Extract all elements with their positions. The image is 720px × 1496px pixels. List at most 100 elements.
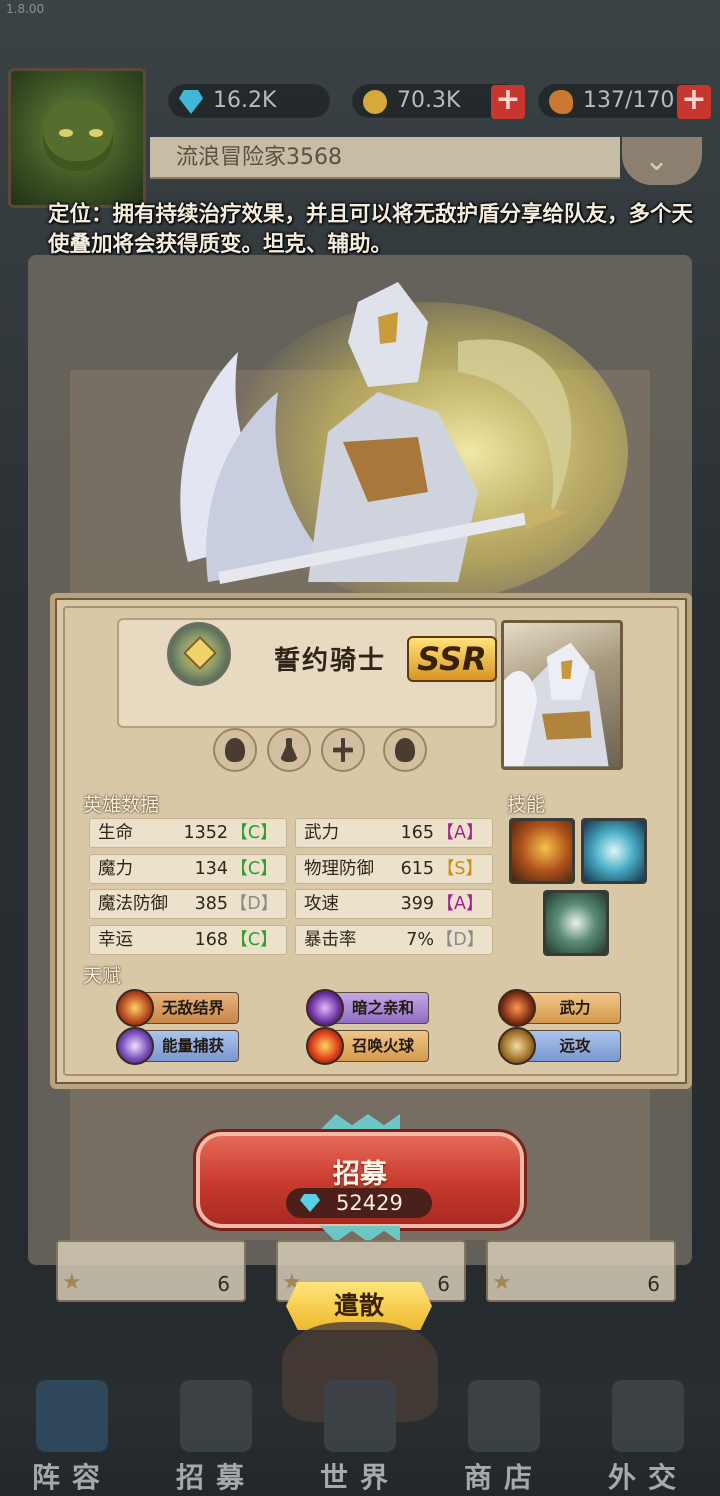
strength-talent-icon [498, 989, 536, 1027]
meat-icon [549, 90, 573, 114]
add-gold-button[interactable]: + [491, 85, 525, 119]
gem-counter: 16.2K [168, 84, 330, 118]
talent-label: 无敌结界 [161, 999, 224, 1017]
hero-portrait [501, 620, 623, 770]
stat-label: 生命 [98, 823, 133, 843]
talent-energy-capture[interactable]: 能量捕获 [116, 1027, 239, 1065]
helmet-icon [36, 1380, 108, 1452]
stat-value: 1352 [183, 823, 228, 843]
stat-grade: 【A】 [436, 823, 484, 843]
gem-icon [179, 90, 203, 114]
talent-label: 召唤火球 [351, 1037, 414, 1055]
nav-label: 商店 [463, 1461, 544, 1494]
body-type-tag-icon[interactable] [383, 728, 427, 772]
talent-label: 远攻 [559, 1037, 591, 1055]
stat-grade: 【D】 [435, 930, 485, 950]
hero-name: 誓约骑士 [273, 646, 386, 676]
skills-section-title: 技能 [507, 794, 546, 816]
bell-icon [180, 1380, 252, 1452]
barrier-talent-icon [116, 989, 154, 1027]
stat-hp: 生命 1352 【C】 [89, 818, 287, 848]
stat-magic: 魔力 134 【C】 [89, 854, 287, 884]
winged-shield-skill-icon[interactable] [581, 818, 647, 884]
stat-grade: 【C】 [230, 930, 278, 950]
player-name: 流浪冒险家3568 [150, 137, 620, 179]
stat-value: 399 [400, 894, 434, 914]
crate-icon [468, 1380, 540, 1452]
talent-invincible-barrier[interactable]: 无敌结界 [116, 989, 239, 1027]
stat-strength: 武力 165 【A】 [295, 818, 493, 848]
hero-card[interactable]: ★ 6 [56, 1240, 246, 1302]
rarity-badge: SSR [407, 636, 497, 682]
gender-tag-icon[interactable] [213, 728, 257, 772]
world-icon [324, 1380, 396, 1452]
add-food-button[interactable]: + [677, 85, 711, 119]
stat-grade: 【S】 [436, 859, 484, 879]
nav-world[interactable]: 世界 [288, 1376, 432, 1496]
stat-value: 385 [194, 894, 228, 914]
nav-label: 招募 [175, 1461, 256, 1494]
stat-label: 暴击率 [304, 930, 357, 950]
stat-physical-defense: 物理防御 615 【S】 [295, 854, 493, 884]
stat-grade: 【C】 [230, 823, 278, 843]
holy-cross-skill-icon[interactable] [543, 890, 609, 956]
stat-crit-rate: 暴击率 7% 【D】 [295, 925, 493, 955]
nav-shop[interactable]: 商店 [432, 1376, 576, 1496]
class-emblem-icon [167, 622, 231, 686]
talent-summon-fireball[interactable]: 召唤火球 [306, 1027, 429, 1065]
stat-label: 魔法防御 [98, 894, 168, 914]
handshake-icon [612, 1380, 684, 1452]
stat-label: 魔力 [98, 859, 133, 879]
talent-strength[interactable]: 武力 [498, 989, 621, 1027]
nav-recruit[interactable]: 招募 [144, 1376, 288, 1496]
stat-label: 物理防御 [304, 859, 374, 879]
stat-luck: 幸运 168 【C】 [89, 925, 287, 955]
dark-talent-icon [306, 989, 344, 1027]
version-label: 1.8.00 [6, 2, 45, 16]
avatar-eye [59, 129, 73, 137]
card-count: 6 [647, 1272, 660, 1296]
talents-section-title: 天赋 [83, 965, 122, 987]
gem-amount: 16.2K [213, 88, 277, 113]
card-count: 6 [217, 1272, 230, 1296]
hero-info-panel: 誓约骑士 SSR 英雄数据 技能 生命 1352 【C】 武力 165 【A】 … [50, 593, 692, 1089]
recruit-button[interactable]: 招募 52429 [196, 1132, 524, 1228]
food-amount: 137/170 [583, 88, 675, 113]
nav-label: 世界 [319, 1461, 400, 1494]
talent-dark-affinity[interactable]: 暗之亲和 [306, 989, 429, 1027]
recruit-cost-value: 52429 [336, 1191, 403, 1215]
star-icon: ★ [492, 1270, 512, 1295]
cross-tag-icon[interactable] [321, 728, 365, 772]
stat-label: 攻速 [304, 894, 339, 914]
stat-label: 幸运 [98, 930, 133, 950]
flask-tag-icon[interactable] [267, 728, 311, 772]
fireball-talent-icon [306, 1027, 344, 1065]
nav-diplomacy[interactable]: 外交 [576, 1376, 720, 1496]
nav-label: 阵容 [31, 1461, 112, 1494]
food-counter: 137/170 + [538, 84, 711, 119]
hammer-skill-icon[interactable] [509, 818, 575, 884]
nav-label: 外交 [607, 1461, 688, 1494]
hero-role-description: 定位：拥有持续治疗效果，并且可以将无敌护盾分享给队友，多个天使叠加将会获得质变。… [48, 202, 694, 257]
gold-counter: 70.3K + [352, 84, 525, 119]
player-avatar[interactable] [8, 68, 146, 208]
gem-icon [300, 1194, 320, 1212]
stat-value: 7% [406, 930, 434, 950]
helmet-crest [378, 312, 398, 344]
stat-value: 615 [400, 859, 434, 879]
energy-talent-icon [116, 1027, 154, 1065]
hero-artwork [180, 282, 628, 602]
stat-attack-speed: 攻速 399 【A】 [295, 889, 493, 919]
hero-card[interactable]: ★ 6 [486, 1240, 676, 1302]
card-count: 6 [437, 1272, 450, 1296]
talent-ranged[interactable]: 远攻 [498, 1027, 621, 1065]
stat-value: 168 [194, 930, 228, 950]
talent-label: 暗之亲和 [351, 999, 414, 1017]
orc-face-icon [43, 101, 113, 171]
gold-amount: 70.3K [397, 88, 461, 113]
nav-lineup[interactable]: 阵容 [0, 1376, 144, 1496]
avatar-eye [89, 129, 103, 137]
star-icon: ★ [62, 1270, 82, 1295]
stat-label: 武力 [304, 823, 339, 843]
expand-button[interactable]: ⌄ [622, 137, 702, 185]
